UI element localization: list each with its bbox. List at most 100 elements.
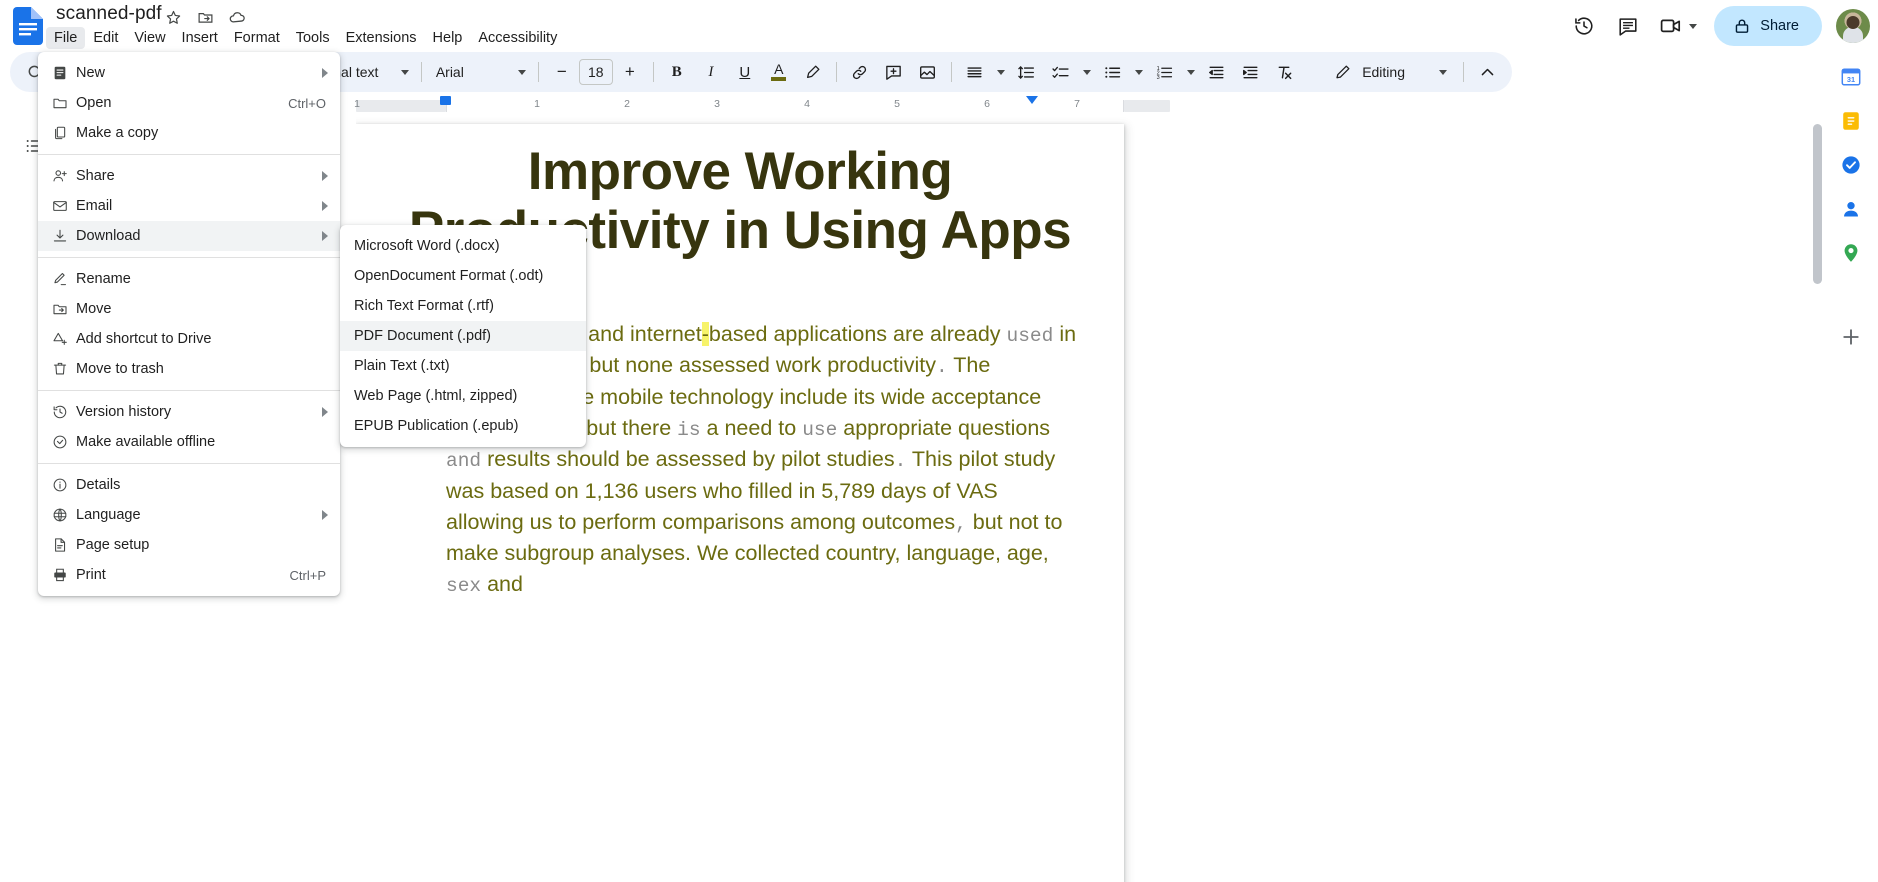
file-menu-item-email[interactable]: Email xyxy=(38,191,340,221)
italic-button[interactable]: I xyxy=(696,57,726,87)
align-icon[interactable] xyxy=(960,57,990,87)
file-menu-item-version-history[interactable]: Version history xyxy=(38,397,340,427)
download-option-pdf-document-pdf[interactable]: PDF Document (.pdf) xyxy=(340,321,586,351)
file-menu-item-label: Add shortcut to Drive xyxy=(76,331,212,347)
menu-help[interactable]: Help xyxy=(425,27,471,49)
decrease-font-label: − xyxy=(556,62,567,81)
share-button[interactable]: Share xyxy=(1714,6,1822,46)
document-title[interactable]: scanned-pdf xyxy=(56,3,162,25)
decrease-font-size-button[interactable]: − xyxy=(547,57,577,87)
download-option-epub-publication-epub[interactable]: EPUB Publication (.epub) xyxy=(340,411,586,441)
doc-text-run: a need to xyxy=(700,415,803,440)
menu-insert[interactable]: Insert xyxy=(174,27,226,49)
file-menu-item-share[interactable]: Share xyxy=(38,161,340,191)
left-indent-marker[interactable] xyxy=(440,96,451,105)
google-keep-icon[interactable] xyxy=(1836,106,1866,136)
doc-text-run: results should be assessed by pilot stud… xyxy=(481,447,895,472)
google-docs-logo[interactable] xyxy=(8,6,48,46)
menu-view[interactable]: View xyxy=(126,27,173,49)
increase-font-size-button[interactable]: + xyxy=(615,57,645,87)
chevron-down-icon xyxy=(1134,69,1143,75)
rename-pencil-icon xyxy=(52,269,76,289)
bold-button[interactable]: B xyxy=(662,57,692,87)
menu-tools[interactable]: Tools xyxy=(288,27,338,49)
file-menu-item-move[interactable]: Move xyxy=(38,294,340,324)
file-menu-item-details[interactable]: Details xyxy=(38,470,340,500)
ruler-mark: 1 xyxy=(354,98,360,110)
google-calendar-icon[interactable]: 31 xyxy=(1836,62,1866,92)
right-indent-marker[interactable] xyxy=(1026,96,1038,104)
offline-check-icon xyxy=(52,432,76,452)
file-menu-item-print[interactable]: Print Ctrl+P xyxy=(38,560,340,590)
file-menu-item-rename[interactable]: Rename xyxy=(38,264,340,294)
file-menu-item-make-available-offline[interactable]: Make available offline xyxy=(38,427,340,457)
font-family-selector[interactable]: Arial xyxy=(428,57,532,87)
editing-mode-selector[interactable]: Editing xyxy=(1326,57,1455,87)
ruler-mark: 5 xyxy=(894,98,900,110)
font-size-input[interactable]: 18 xyxy=(578,59,613,85)
chevron-down-icon[interactable] xyxy=(1689,23,1698,29)
account-avatar[interactable] xyxy=(1836,9,1870,43)
file-menu-item-download[interactable]: Download xyxy=(38,221,340,251)
download-option-plain-text-txt[interactable]: Plain Text (.txt) xyxy=(340,351,586,381)
file-menu-item-language[interactable]: Language xyxy=(38,500,340,530)
collapse-toolbar-icon[interactable] xyxy=(1472,57,1502,87)
underline-button[interactable]: U xyxy=(730,57,760,87)
google-tasks-icon[interactable] xyxy=(1836,150,1866,180)
text-color-button[interactable]: A xyxy=(764,57,794,87)
menu-divider xyxy=(38,154,340,155)
bold-label: B xyxy=(671,63,682,80)
menu-file[interactable]: File xyxy=(46,27,86,49)
download-option-microsoft-word-docx[interactable]: Microsoft Word (.docx) xyxy=(340,231,586,261)
file-menu-item-add-shortcut-to-drive[interactable]: Add shortcut to Drive xyxy=(38,324,340,354)
file-menu-item-shortcut: Ctrl+O xyxy=(288,95,326,111)
menu-format[interactable]: Format xyxy=(226,27,288,49)
checklist-icon[interactable] xyxy=(1046,57,1076,87)
google-maps-icon[interactable] xyxy=(1836,238,1866,268)
download-option-web-page-html-zipped[interactable]: Web Page (.html, zipped) xyxy=(340,381,586,411)
decrease-indent-icon[interactable] xyxy=(1202,57,1232,87)
add-apps-icon[interactable] xyxy=(1836,322,1866,352)
link-icon[interactable] xyxy=(845,57,875,87)
bulleted-list-icon[interactable] xyxy=(1098,57,1128,87)
download-option-label: Microsoft Word (.docx) xyxy=(354,238,500,254)
insert-image-icon[interactable] xyxy=(913,57,943,87)
google-contacts-icon[interactable] xyxy=(1836,194,1866,224)
menu-edit[interactable]: Edit xyxy=(85,27,126,49)
increase-indent-icon[interactable] xyxy=(1236,57,1266,87)
add-comment-icon[interactable] xyxy=(879,57,909,87)
numbered-list-dropdown-icon[interactable] xyxy=(1184,57,1198,87)
download-option-rich-text-format-rtf[interactable]: Rich Text Format (.rtf) xyxy=(340,291,586,321)
vertical-scrollbar[interactable] xyxy=(1813,124,1822,864)
numbered-list-icon[interactable]: 1 2 3 xyxy=(1150,57,1180,87)
file-menu-item-label: Download xyxy=(76,228,141,244)
file-menu-item-move-to-trash[interactable]: Move to trash xyxy=(38,354,340,384)
comment-history-icon[interactable] xyxy=(1608,6,1648,46)
move-folder-icon xyxy=(52,299,76,319)
doc-text-run: is xyxy=(677,418,701,441)
email-icon xyxy=(52,196,76,216)
download-option-label: OpenDocument Format (.odt) xyxy=(354,268,544,284)
font-size-value: 18 xyxy=(588,64,604,80)
download-option-opendocument-format-odt[interactable]: OpenDocument Format (.odt) xyxy=(340,261,586,291)
scrollbar-thumb[interactable] xyxy=(1813,124,1822,284)
chevron-down-icon xyxy=(517,69,526,75)
line-spacing-icon[interactable] xyxy=(1012,57,1042,87)
version-history-icon[interactable] xyxy=(1564,6,1604,46)
menu-accessibility[interactable]: Accessibility xyxy=(470,27,565,49)
highlight-pen-icon[interactable] xyxy=(798,57,828,87)
align-dropdown-icon[interactable] xyxy=(994,57,1008,87)
clear-formatting-icon[interactable] xyxy=(1270,57,1300,87)
horizontal-ruler[interactable]: 1 1 2 3 4 5 6 7 xyxy=(354,96,1522,116)
meet-camera-icon[interactable] xyxy=(1652,6,1704,46)
file-menu-item-make-a-copy[interactable]: Make a copy xyxy=(38,118,340,148)
menu-extensions[interactable]: Extensions xyxy=(338,27,425,49)
file-menu-item-page-setup[interactable]: Page setup xyxy=(38,530,340,560)
doc-text-run: appropriate questions xyxy=(837,415,1051,440)
file-menu-item-open[interactable]: Open Ctrl+O xyxy=(38,88,340,118)
checklist-dropdown-icon[interactable] xyxy=(1080,57,1094,87)
divider xyxy=(537,62,539,82)
trash-icon xyxy=(52,359,76,379)
file-menu-item-new[interactable]: New xyxy=(38,58,340,88)
bulleted-list-dropdown-icon[interactable] xyxy=(1132,57,1146,87)
